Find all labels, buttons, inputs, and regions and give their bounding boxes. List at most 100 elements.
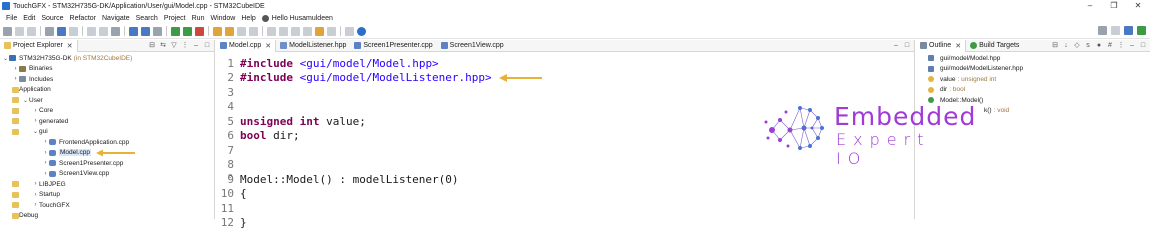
tree-node-frontend-application[interactable]: › FrontendApplication.cpp: [0, 137, 214, 148]
outline-item[interactable]: gui/model/Model.hpp: [916, 53, 1150, 64]
device-config-icon[interactable]: [111, 26, 120, 36]
group-icon[interactable]: #: [1106, 42, 1114, 50]
menu-window[interactable]: Window: [210, 15, 235, 22]
user-menu[interactable]: Hello Husamuldeen: [261, 14, 333, 22]
format-icon[interactable]: [249, 26, 258, 36]
chevron-right-icon[interactable]: ›: [42, 150, 49, 156]
clean-icon[interactable]: [69, 26, 78, 36]
chevron-right-icon[interactable]: ›: [32, 181, 39, 187]
close-button[interactable]: ✕: [1126, 0, 1150, 12]
chevron-right-icon[interactable]: ›: [12, 66, 19, 72]
chevron-right-icon[interactable]: ›: [12, 76, 19, 82]
save-icon[interactable]: [15, 26, 24, 36]
menu-project[interactable]: Project: [164, 15, 186, 22]
chevron-down-icon[interactable]: ⌄: [32, 128, 39, 135]
tab-modellistener-hpp[interactable]: ModelListener.hpp: [276, 40, 350, 52]
tab-outline[interactable]: Outline ✕: [916, 39, 967, 52]
hide-nonpublic-icon[interactable]: ●: [1095, 42, 1103, 50]
outline-item[interactable]: gui/model/ModelListener.hpp: [916, 64, 1150, 75]
chevron-down-icon[interactable]: ⌄: [2, 55, 9, 62]
minimize-view-icon[interactable]: –: [892, 42, 900, 50]
minimize-button[interactable]: –: [1078, 0, 1102, 12]
tab-screen1view-cpp[interactable]: Screen1View.cpp: [437, 40, 508, 52]
tree-node-startup[interactable]: › Startup: [0, 190, 214, 201]
back-icon[interactable]: [315, 26, 324, 36]
menu-run[interactable]: Run: [192, 15, 205, 22]
debug-icon[interactable]: [171, 26, 180, 36]
view-menu-icon[interactable]: ⋮: [181, 42, 189, 50]
chevron-down-icon[interactable]: ⌄: [22, 97, 29, 104]
new-folder-icon[interactable]: [141, 26, 150, 36]
tree-node-core[interactable]: › Core: [0, 106, 214, 117]
chevron-right-icon[interactable]: ›: [32, 202, 39, 208]
outline-item[interactable]: dir : bool: [916, 85, 1150, 96]
forward-icon[interactable]: [327, 26, 336, 36]
chevron-right-icon[interactable]: ›: [42, 160, 49, 166]
tree-node-gui[interactable]: ⌄ gui: [0, 127, 214, 138]
close-icon[interactable]: ✕: [955, 42, 961, 50]
minimize-view-icon[interactable]: –: [1128, 42, 1136, 50]
close-icon[interactable]: ✕: [265, 42, 271, 50]
new-class-icon[interactable]: [129, 26, 138, 36]
hide-fields-icon[interactable]: ◇: [1073, 42, 1081, 50]
tree-node-binaries[interactable]: › Binaries: [0, 64, 214, 75]
tree-node-screen1-presenter[interactable]: › Screen1Presenter.cpp: [0, 158, 214, 169]
chevron-right-icon[interactable]: ›: [32, 118, 39, 124]
build-config-icon[interactable]: [45, 26, 54, 36]
search-file-icon[interactable]: [153, 26, 162, 36]
maximize-view-icon[interactable]: □: [903, 42, 911, 50]
chevron-right-icon[interactable]: ›: [42, 171, 49, 177]
copy-icon[interactable]: [99, 26, 108, 36]
maximize-button[interactable]: ❐: [1102, 0, 1126, 12]
toggle-mark-icon[interactable]: [237, 26, 246, 36]
last-edit-icon[interactable]: [303, 26, 312, 36]
paragraph-icon[interactable]: [267, 26, 276, 36]
run-icon[interactable]: [183, 26, 192, 36]
cut-icon[interactable]: [87, 26, 96, 36]
cpp-perspective-icon[interactable]: [1124, 26, 1133, 35]
minimize-view-icon[interactable]: –: [192, 42, 200, 50]
next-annotation-icon[interactable]: [279, 26, 288, 36]
menu-refactor[interactable]: Refactor: [70, 15, 96, 22]
chevron-right-icon[interactable]: ›: [42, 139, 49, 145]
open-perspective-icon[interactable]: [1111, 26, 1120, 35]
tree-node-touchgfx[interactable]: › TouchGFX: [0, 200, 214, 211]
external-tools-icon[interactable]: [195, 26, 204, 36]
tab-build-targets[interactable]: Build Targets: [966, 40, 1023, 52]
filter-icon[interactable]: ▽: [170, 42, 178, 50]
hide-static-icon[interactable]: s: [1084, 42, 1092, 50]
tree-node-application[interactable]: ⌄ Application: [0, 85, 214, 96]
maximize-view-icon[interactable]: □: [1139, 42, 1147, 50]
menu-file[interactable]: File: [6, 15, 17, 22]
new-icon[interactable]: [3, 26, 12, 36]
menu-help[interactable]: Help: [241, 15, 255, 22]
tree-node-libjpeg[interactable]: › LIBJPEG: [0, 179, 214, 190]
maximize-view-icon[interactable]: □: [203, 42, 211, 50]
info-icon[interactable]: [357, 26, 366, 36]
menu-search[interactable]: Search: [136, 15, 158, 22]
save-all-icon[interactable]: [27, 26, 36, 36]
tree-node-user[interactable]: ⌄ User: [0, 95, 214, 106]
tree-node-model[interactable]: › Model.cpp: [0, 148, 214, 159]
menu-edit[interactable]: Edit: [23, 15, 35, 22]
collapse-all-icon[interactable]: ⊟: [1051, 42, 1059, 50]
search-icon[interactable]: [1098, 26, 1107, 35]
chevron-right-icon[interactable]: ›: [32, 192, 39, 198]
tree-node-debug[interactable]: › Debug: [0, 211, 214, 222]
debug-perspective-icon[interactable]: [1137, 26, 1146, 35]
tree-node-project[interactable]: ⌄ STM32H735G-DK (in STM32CubeIDE): [0, 53, 214, 64]
tree-node-generated[interactable]: › generated: [0, 116, 214, 127]
outline-item[interactable]: value : unsigned int: [916, 74, 1150, 85]
build-icon[interactable]: [57, 26, 66, 36]
previous-annotation-icon[interactable]: [291, 26, 300, 36]
link-editor-icon[interactable]: ⇆: [159, 42, 167, 50]
terminal-icon[interactable]: [345, 26, 354, 36]
tab-screen1presenter-cpp[interactable]: Screen1Presenter.cpp: [350, 40, 436, 52]
marker-icon[interactable]: [225, 26, 234, 36]
collapse-all-icon[interactable]: ⊟: [148, 42, 156, 50]
view-menu-icon[interactable]: ⋮: [1117, 42, 1125, 50]
sort-icon[interactable]: ↓: [1062, 42, 1070, 50]
tab-model-cpp[interactable]: Model.cpp ✕: [216, 39, 277, 52]
menu-source[interactable]: Source: [41, 15, 63, 22]
tree-node-screen1-view[interactable]: › Screen1View.cpp: [0, 169, 214, 180]
